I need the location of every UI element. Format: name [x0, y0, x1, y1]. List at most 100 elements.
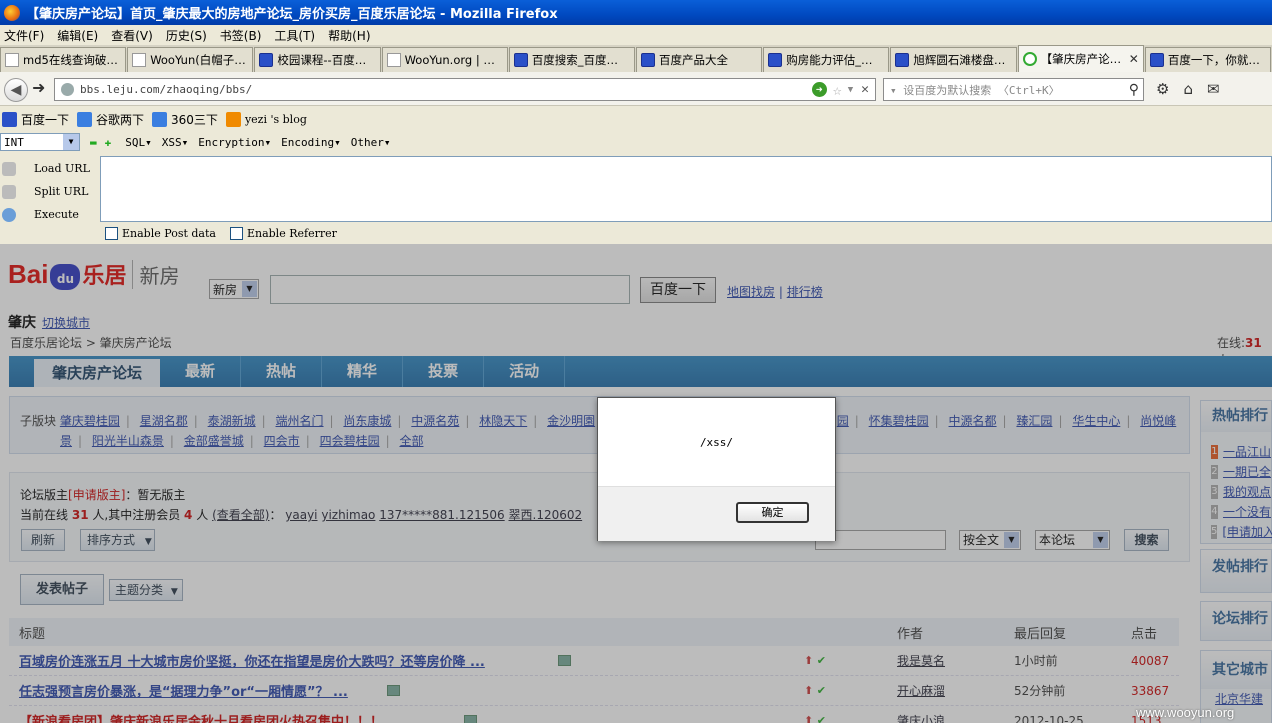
window-title: 【肇庆房产论坛】首页_肇庆最大的房地产论坛_房价买房_百度乐居论坛 - Mozi…: [26, 7, 558, 22]
tab-label: WooYun(白帽子…: [150, 53, 246, 67]
execute-button[interactable]: Execute: [0, 203, 100, 226]
bookmark-360[interactable]: 360三下: [152, 111, 218, 128]
chevron-down-icon: ▼: [63, 134, 79, 150]
baidu-paw-icon: [768, 53, 783, 67]
minus-icon[interactable]: ▬: [90, 136, 97, 149]
bookmark-baidu[interactable]: 百度一下: [2, 111, 69, 128]
url-text: bbs.leju.com/zhaoqing/bbs/: [80, 83, 253, 96]
window-titlebar: 【肇庆房产论坛】首页_肇庆最大的房地产论坛_房价买房_百度乐居论坛 - Mozi…: [0, 0, 1272, 25]
button-label: Load URL: [34, 162, 90, 175]
checkbox-label: Enable Post data: [122, 227, 216, 240]
watermark: www.wooyun.org: [1136, 705, 1235, 720]
forward-button[interactable]: ➜: [32, 78, 45, 97]
menu-bookmarks[interactable]: 书签(B): [216, 27, 271, 44]
menu-tools[interactable]: 工具(T): [270, 27, 324, 44]
bookmark-star-icon[interactable]: ☆: [833, 81, 842, 99]
bookmark-label: yezi 's blog: [244, 112, 307, 126]
menu-view[interactable]: 查看(V): [107, 27, 162, 44]
rss-icon: [225, 111, 241, 127]
load-icon: [2, 161, 16, 176]
tab-label: WooYun.org | …: [404, 53, 495, 67]
menu-sql[interactable]: SQL▾: [125, 136, 152, 149]
url-dropdown-icon[interactable]: ▼: [848, 85, 853, 95]
checkbox[interactable]: [229, 227, 243, 240]
button-label: Split URL: [34, 185, 89, 198]
menu-file[interactable]: 文件(F): [0, 27, 53, 44]
menu-edit[interactable]: 编辑(E): [53, 27, 107, 44]
tab-bar: md5在线查询破… WooYun(白帽子… 校园课程--百度… WooYun.o…: [0, 45, 1272, 72]
split-url-button[interactable]: Split URL: [0, 180, 100, 203]
tab-label: 购房能力评估_…: [786, 53, 873, 67]
bookmark-google[interactable]: 谷歌两下: [77, 111, 144, 128]
tab-xuhui[interactable]: 旭辉圆石滩楼盘…: [890, 47, 1017, 72]
menu-history[interactable]: 历史(S): [162, 27, 216, 44]
hackbar-type-select[interactable]: INT ▼: [0, 133, 80, 151]
firefox-icon: [4, 4, 20, 21]
load-url-button[interactable]: Load URL: [0, 157, 100, 180]
loading-icon: [1022, 52, 1037, 66]
baidu-paw-icon: [641, 53, 656, 67]
baidu-paw-icon: [895, 53, 910, 67]
plus-icon[interactable]: ✚: [105, 136, 112, 149]
tab-label: 旭辉圆石滩楼盘…: [913, 53, 1006, 67]
mail-icon[interactable]: ✉: [1207, 80, 1220, 98]
home-icon[interactable]: ⌂: [1183, 80, 1193, 98]
menu-bar: 文件(F) 编辑(E) 查看(V) 历史(S) 书签(B) 工具(T) 帮助(H…: [0, 25, 1272, 45]
tab-label: 校园课程--百度…: [277, 53, 367, 67]
page-icon: [132, 53, 147, 67]
google-icon: [77, 111, 93, 127]
firebug-icon[interactable]: ⚙: [1156, 80, 1169, 98]
tab-campus[interactable]: 校园课程--百度…: [254, 47, 381, 72]
search-icon: [152, 111, 168, 127]
globe-icon: [61, 83, 74, 96]
tab-baidu-home[interactable]: 百度一下，你就…: [1144, 47, 1272, 72]
hackbar-url-textarea[interactable]: [100, 156, 1272, 222]
bookmark-label: 360三下: [171, 112, 218, 127]
close-tab-icon[interactable]: ✕: [1129, 52, 1139, 66]
navigation-toolbar: ◀ ➜ bbs.leju.com/zhaoqing/bbs/ ➜ ☆ ▼ ✕ ▾…: [0, 72, 1272, 106]
tab-label: 【肇庆房产论…: [1040, 52, 1122, 66]
tab-purchase[interactable]: 购房能力评估_…: [763, 47, 890, 72]
stop-icon[interactable]: ✕: [861, 82, 869, 97]
bookmarks-toolbar: 百度一下 谷歌两下 360三下 yezi 's blog: [0, 107, 1272, 131]
bookmark-label: 谷歌两下: [96, 112, 145, 127]
search-placeholder: ▾ 设百度为默认搜索 〈Ctrl+K〉: [890, 83, 1060, 97]
tab-baidu-search[interactable]: 百度搜索_百度…: [508, 47, 636, 72]
page-icon: [386, 53, 401, 67]
tab-label: md5在线查询破…: [23, 53, 118, 67]
menu-help[interactable]: 帮助(H): [324, 27, 379, 44]
tab-baidu-products[interactable]: 百度产品大全: [636, 47, 763, 72]
tab-zhaoqing-active[interactable]: 【肇庆房产论… ✕: [1017, 45, 1144, 72]
checkbox[interactable]: [105, 227, 118, 240]
baidu-paw-icon: [513, 53, 528, 67]
button-label: Execute: [34, 208, 79, 221]
hackbar: INT ▼ ▬ ✚ SQL▾ XSS▾ Encryption▾ Encoding▾…: [0, 131, 1272, 244]
alert-dialog: /xss/ 确定: [597, 397, 836, 541]
menu-other[interactable]: Other▾: [351, 136, 391, 149]
menu-xss[interactable]: XSS▾: [162, 136, 189, 149]
menu-encoding[interactable]: Encoding▾: [281, 136, 341, 149]
bookmark-label: 百度一下: [21, 112, 70, 127]
search-bar[interactable]: ▾ 设百度为默认搜索 〈Ctrl+K〉 ⚲: [883, 78, 1144, 101]
bookmark-yezi-blog[interactable]: yezi 's blog: [225, 111, 307, 127]
tab-label: 百度一下，你就…: [1167, 53, 1260, 67]
scissors-icon: [2, 184, 16, 199]
alert-message: /xss/: [699, 436, 734, 449]
tab-wooyun-2[interactable]: WooYun.org | …: [381, 47, 508, 72]
go-arrow-icon[interactable]: ➜: [811, 82, 827, 97]
ok-button[interactable]: 确定: [736, 502, 809, 523]
baidu-paw-icon: [2, 111, 17, 127]
select-value: INT: [4, 135, 24, 149]
back-button[interactable]: ◀: [4, 78, 28, 102]
checkbox-label: Enable Referrer: [246, 227, 337, 240]
search-icon[interactable]: ⚲: [1129, 82, 1139, 98]
enable-post-checkbox[interactable]: Enable Post data: [105, 227, 216, 240]
url-bar[interactable]: bbs.leju.com/zhaoqing/bbs/ ➜ ☆ ▼ ✕: [54, 78, 876, 101]
enable-referrer-checkbox[interactable]: Enable Referrer: [229, 227, 337, 240]
menu-encryption[interactable]: Encryption▾: [198, 136, 271, 149]
tab-label: 百度产品大全: [659, 53, 729, 67]
play-icon: [2, 207, 16, 222]
tab-wooyun-1[interactable]: WooYun(白帽子…: [127, 47, 254, 72]
tab-md5[interactable]: md5在线查询破…: [0, 47, 127, 72]
baidu-paw-icon: [1149, 53, 1164, 67]
